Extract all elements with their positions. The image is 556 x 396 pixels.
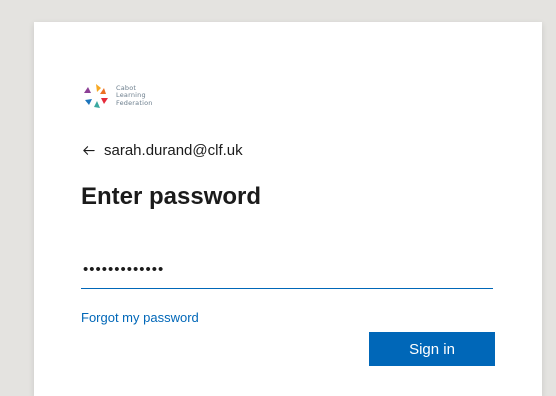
forgot-password-link[interactable]: Forgot my password xyxy=(81,310,199,325)
logo-line-3: Federation xyxy=(116,98,153,107)
organization-logo: Cabot Learning Federation xyxy=(82,82,153,110)
cabot-learning-federation-logo-icon xyxy=(84,84,108,108)
page-title: Enter password xyxy=(81,183,262,210)
back-arrow-icon[interactable] xyxy=(81,143,96,158)
logo-wordmark: Cabot Learning Federation xyxy=(116,84,153,108)
password-field-container xyxy=(81,250,493,289)
account-identity[interactable]: sarah.durand@clf.uk xyxy=(81,142,243,159)
password-input[interactable] xyxy=(81,250,493,288)
account-email: sarah.durand@clf.uk xyxy=(104,142,243,159)
sign-in-card: Cabot Learning Federation sarah.durand@c… xyxy=(34,22,542,396)
sign-in-button[interactable]: Sign in xyxy=(369,332,495,366)
